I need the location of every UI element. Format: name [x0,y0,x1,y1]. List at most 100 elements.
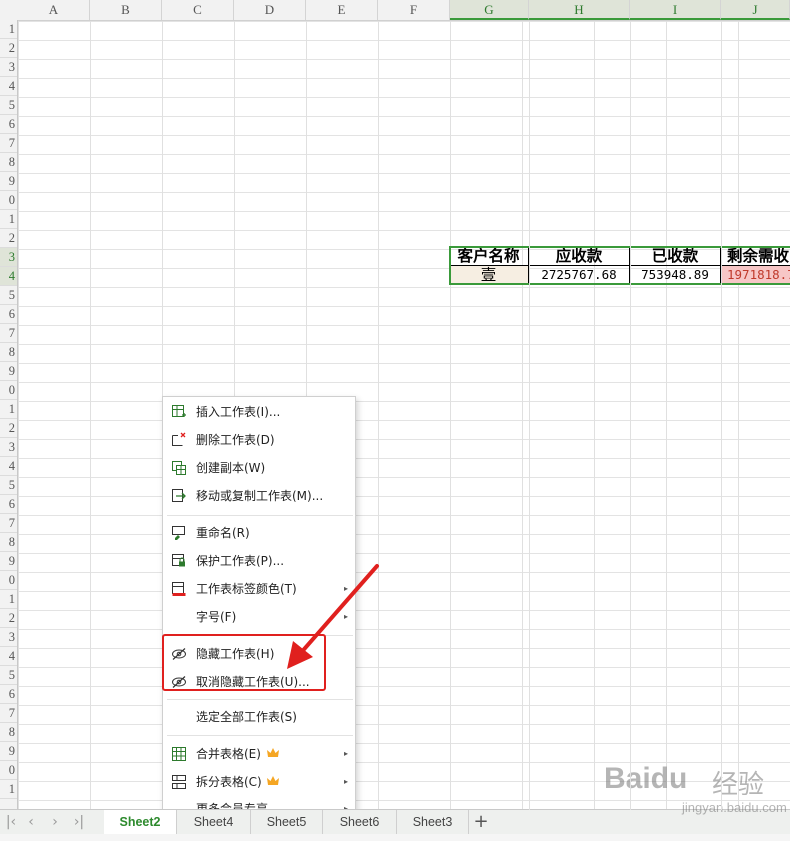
row-header[interactable]: 2 [0,609,17,628]
data-cell-received[interactable]: 753948.89 [630,266,721,285]
header-cell-customer[interactable]: 客户名称 [449,247,529,266]
sheet-tab-sheet5[interactable]: Sheet5 [251,810,323,834]
menu-label: 移动或复制工作表(M)... [196,489,324,503]
menu-label: 合并表格(E) [196,747,261,761]
row-header[interactable]: 6 [0,685,17,704]
row-header[interactable]: 9 [0,742,17,761]
row-header[interactable]: 5 [0,476,17,495]
last-sheet-icon[interactable]: ›| [70,813,88,831]
row-header[interactable]: 8 [0,343,17,362]
column-header-b[interactable]: B [90,0,162,20]
row-header[interactable]: 6 [0,495,17,514]
row-header[interactable]: 6 [0,305,17,324]
submenu-arrow-icon: ▸ [343,749,348,758]
row-header[interactable]: 3 [0,248,17,267]
column-header-e[interactable]: E [306,0,378,20]
column-header-j[interactable]: J [721,0,790,20]
row-header[interactable]: 5 [0,96,17,115]
menu-item-create-copy[interactable]: 创建副本(W) [163,455,355,481]
row-header[interactable]: 7 [0,324,17,343]
delete-sheet-icon [172,432,186,446]
row-header[interactable]: 9 [0,362,17,381]
column-header-d[interactable]: D [234,0,306,20]
row-header[interactable]: 9 [0,552,17,571]
row-header[interactable]: 8 [0,533,17,552]
menu-item-rename[interactable]: 重命名(R) [163,520,355,546]
column-header-a[interactable]: A [18,0,90,20]
row-header[interactable]: 1 [0,210,17,229]
row-header[interactable]: 1 [0,400,17,419]
sheet-tab-sheet2[interactable]: Sheet2 [104,810,177,834]
row-header[interactable]: 2 [0,39,17,58]
column-gridline [721,21,722,810]
insert-sheet-icon [172,405,186,417]
menu-label: 删除工作表(D) [196,433,275,447]
row-header[interactable]: 4 [0,647,17,666]
row-header[interactable]: 1 [0,20,17,39]
data-cell-customer[interactable]: 壹 [449,266,529,285]
menu-item-split-tables[interactable]: 拆分表格(C) ▸ [163,769,355,795]
header-cell-remaining[interactable]: 剩余需收 [721,247,790,266]
row-header-bar: 1234567890123456789012345678901234567890… [0,20,18,810]
row-header[interactable]: 4 [0,77,17,96]
header-cell-received[interactable]: 已收款 [630,247,721,266]
menu-item-select-all-sheets[interactable]: 选定全部工作表(S) [163,704,355,730]
row-header[interactable]: 0 [0,191,17,210]
cell-grid[interactable] [18,21,790,810]
row-header[interactable]: 5 [0,286,17,305]
column-header-h[interactable]: H [529,0,630,20]
vip-crown-icon [267,776,279,785]
row-header[interactable]: 7 [0,704,17,723]
menu-item-move-copy[interactable]: 移动或复制工作表(M)... [163,483,355,509]
menu-item-protect-sheet[interactable]: 保护工作表(P)... [163,548,355,574]
rename-icon [172,526,185,540]
row-header[interactable]: 7 [0,514,17,533]
data-cell-receivable[interactable]: 2725767.68 [529,266,630,285]
row-header[interactable]: 9 [0,172,17,191]
menu-item-font-size[interactable]: 字号(F) ▸ [163,604,355,630]
row-header[interactable]: 3 [0,438,17,457]
menu-item-insert-sheet[interactable]: 插入工作表(I)... [163,399,355,425]
sheet-tab-sheet6[interactable]: Sheet6 [323,810,397,834]
header-cell-receivable[interactable]: 应收款 [529,247,630,266]
next-sheet-icon[interactable]: › [46,813,64,831]
column-gridline [529,21,530,810]
column-header-g[interactable]: G [450,0,529,20]
row-header[interactable]: 3 [0,58,17,77]
row-header[interactable]: 8 [0,723,17,742]
menu-item-tab-color[interactable]: 工作表标签颜色(T) ▸ [163,576,355,602]
split-table-icon [172,775,186,789]
data-cell-remaining[interactable]: 1971818.79 [721,266,790,285]
row-header[interactable]: 5 [0,666,17,685]
row-header[interactable]: 4 [0,267,17,286]
row-header[interactable]: 1 [0,590,17,609]
row-header[interactable]: 2 [0,419,17,438]
row-header[interactable]: 3 [0,628,17,647]
row-header[interactable]: 2 [0,229,17,248]
menu-item-delete-sheet[interactable]: 删除工作表(D) [163,427,355,453]
row-header[interactable]: 4 [0,457,17,476]
sheet-tab-sheet3[interactable]: Sheet3 [397,810,469,834]
move-sheet-icon [172,489,186,502]
row-header[interactable]: 0 [0,571,17,590]
menu-label: 工作表标签颜色(T) [196,582,297,596]
row-header[interactable]: 6 [0,115,17,134]
row-header[interactable]: 8 [0,153,17,172]
column-header-f[interactable]: F [378,0,450,20]
menu-label: 插入工作表(I)... [196,405,281,419]
vip-crown-icon [267,748,279,757]
row-header[interactable]: 0 [0,381,17,400]
row-header[interactable]: 0 [0,761,17,780]
first-sheet-icon[interactable]: |‹ [2,813,20,831]
menu-item-merge-tables[interactable]: 合并表格(E) ▸ [163,741,355,767]
submenu-arrow-icon: ▸ [343,584,348,593]
row-header[interactable]: 1 [0,780,17,799]
row-header[interactable]: 7 [0,134,17,153]
add-sheet-icon[interactable]: + [470,811,492,833]
prev-sheet-icon[interactable]: ‹ [22,813,40,831]
protect-sheet-icon [172,554,185,567]
sheet-tab-sheet4[interactable]: Sheet4 [177,810,251,834]
merge-table-icon [172,747,186,761]
column-header-i[interactable]: I [630,0,721,20]
column-header-c[interactable]: C [162,0,234,20]
